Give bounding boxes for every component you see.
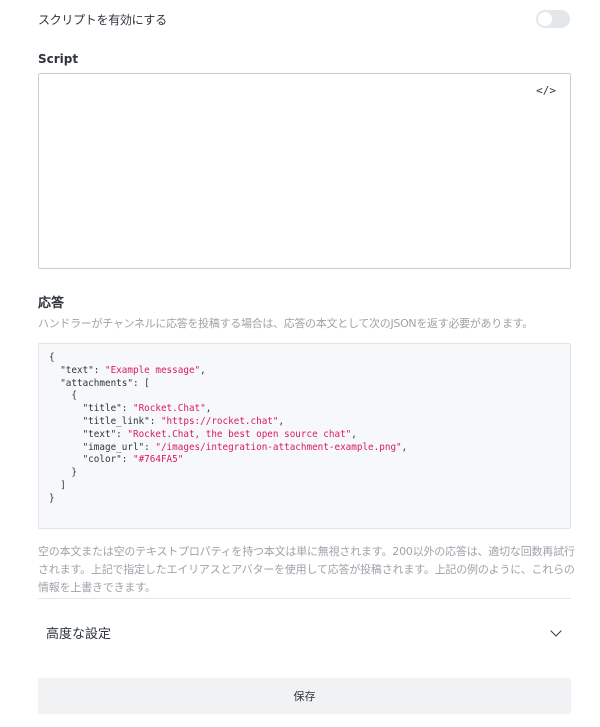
- script-enable-toggle[interactable]: [536, 10, 570, 28]
- chevron-down-icon: [550, 624, 562, 637]
- json-line: }: [49, 467, 77, 479]
- advanced-settings-toggle[interactable]: 高度な設定: [46, 623, 562, 642]
- save-button[interactable]: 保存: [38, 678, 571, 714]
- response-description: ハンドラーがチャンネルに応答を投稿する場合は、応答の本文として次のJSONを返す…: [38, 317, 533, 330]
- json-line: {: [49, 390, 77, 402]
- code-icon[interactable]: </>: [536, 84, 556, 97]
- json-line: "image_url": "/images/integration-attach…: [49, 441, 408, 453]
- json-line: "color": "#764FA5": [49, 454, 184, 466]
- response-footnote: 空の本文または空のテキストプロパティを持つ本文は単に無視されます。200以外の応…: [38, 545, 575, 594]
- json-line: "text": "Example message",: [49, 364, 206, 376]
- script-label: Script: [38, 52, 79, 66]
- json-line: "attachments": [: [49, 377, 150, 389]
- json-line: "title": "Rocket.Chat",: [49, 403, 212, 415]
- json-line: }: [49, 492, 55, 504]
- script-editor[interactable]: </>: [38, 73, 571, 269]
- toggle-knob: [538, 12, 552, 26]
- json-line: ]: [49, 479, 66, 491]
- json-line: {: [49, 352, 55, 363]
- script-toggle-row: スクリプトを有効にする: [38, 8, 570, 30]
- json-line: "text": "Rocket.Chat, the best open sour…: [49, 428, 357, 440]
- script-toggle-label: スクリプトを有効にする: [38, 12, 167, 27]
- advanced-settings-label: 高度な設定: [46, 627, 112, 642]
- divider: [38, 598, 571, 599]
- json-example-block: { "text": "Example message", "attachment…: [38, 343, 571, 529]
- json-line: "title_link": "https://rocket.chat",: [49, 415, 285, 427]
- response-title: 応答: [38, 296, 65, 311]
